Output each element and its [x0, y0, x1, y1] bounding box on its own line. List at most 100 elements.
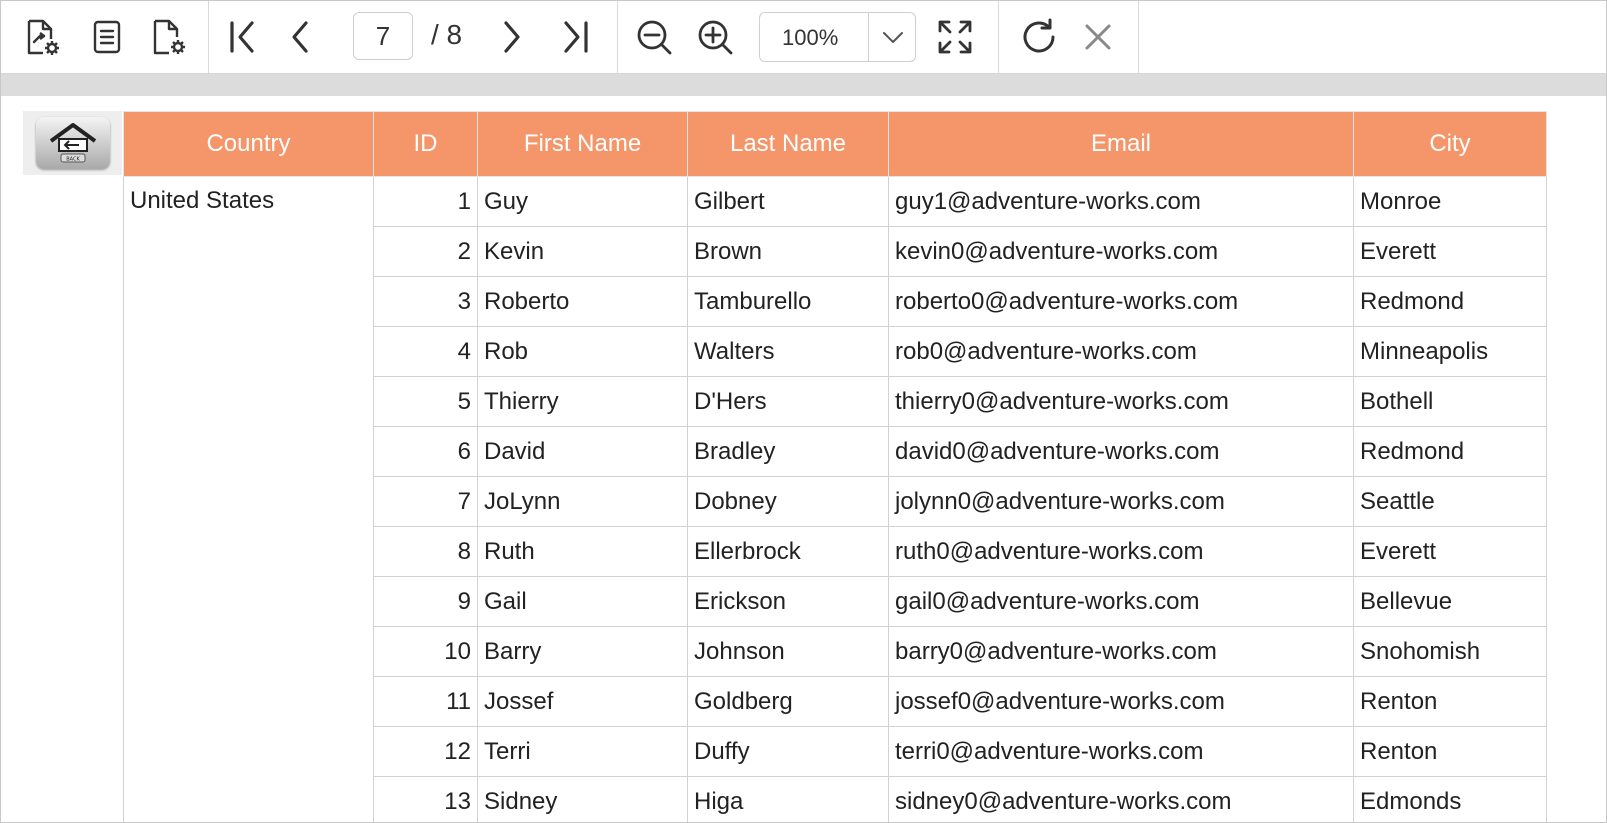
column-header-city[interactable]: City — [1353, 111, 1547, 177]
table-header-row: Country ID First Name Last Name Email Ci… — [123, 111, 1547, 177]
city-cell: Everett — [1353, 226, 1547, 277]
first-name-cell: Barry — [477, 626, 688, 677]
back-button[interactable]: BACK — [23, 111, 122, 175]
table-row: United States 1 Guy Gilbert guy1@adventure-w… — [123, 176, 1547, 822]
email-cell: barry0@adventure-works.com — [888, 626, 1354, 677]
chevron-down-icon[interactable] — [871, 13, 915, 61]
first-name-cell: Thierry — [477, 376, 688, 427]
first-name-cell: JoLynn — [477, 476, 688, 527]
current-page-input[interactable] — [353, 12, 413, 60]
last-name-cell: Goldberg — [687, 676, 889, 727]
id-cell: 11 — [373, 676, 478, 727]
first-name-cell: Gail — [477, 576, 688, 627]
id-cell: 1 — [373, 176, 478, 227]
close-icon[interactable] — [1078, 15, 1118, 59]
zoom-in-icon[interactable] — [695, 15, 735, 59]
zoom-divider — [868, 13, 869, 61]
email-cell: terri0@adventure-works.com — [888, 726, 1354, 777]
zoom-out-icon[interactable] — [634, 15, 674, 59]
last-name-cell: D'Hers — [687, 376, 889, 427]
city-cell: Everett — [1353, 526, 1547, 577]
email-cell: jolynn0@adventure-works.com — [888, 476, 1354, 527]
next-page-icon[interactable] — [492, 15, 532, 59]
city-cell: Monroe — [1353, 176, 1547, 227]
column-header-email[interactable]: Email — [888, 111, 1354, 177]
first-name-cell: Roberto — [477, 276, 688, 327]
email-cell: kevin0@adventure-works.com — [888, 226, 1354, 277]
page-setup-icon[interactable] — [149, 15, 189, 59]
email-cell: roberto0@adventure-works.com — [888, 276, 1354, 327]
svg-text:BACK: BACK — [66, 157, 80, 163]
previous-page-icon[interactable] — [280, 15, 320, 59]
column-header-last-name[interactable]: Last Name — [687, 111, 889, 177]
toolbar-group-document — [1, 1, 209, 73]
id-cell: 2 — [373, 226, 478, 277]
report-viewer: / 8 — [0, 0, 1607, 823]
id-cell: 10 — [373, 626, 478, 677]
last-name-cell: Brown — [687, 226, 889, 277]
last-page-icon[interactable] — [556, 15, 596, 59]
city-cell: Redmond — [1353, 276, 1547, 327]
report-page: BACK Country ID First Name Last Name Ema… — [1, 96, 1606, 822]
last-name-cell: Gilbert — [687, 176, 889, 227]
city-cell: Redmond — [1353, 426, 1547, 477]
toolbar-group-actions — [998, 1, 1139, 73]
id-cell: 9 — [373, 576, 478, 627]
last-name-cell: Tamburello — [687, 276, 889, 327]
first-name-cell: Terri — [477, 726, 688, 777]
email-cell: sidney0@adventure-works.com — [888, 776, 1354, 822]
id-cell: 12 — [373, 726, 478, 777]
fit-page-icon[interactable] — [935, 15, 975, 59]
last-name-cell: Bradley — [687, 426, 889, 477]
first-name-cell: Guy — [477, 176, 688, 227]
first-name-cell: Ruth — [477, 526, 688, 577]
last-name-cell: Dobney — [687, 476, 889, 527]
email-cell: thierry0@adventure-works.com — [888, 376, 1354, 427]
last-name-cell: Ellerbrock — [687, 526, 889, 577]
id-cell: 5 — [373, 376, 478, 427]
total-pages-label: / 8 — [431, 19, 463, 50]
back-home-icon: BACK — [35, 117, 110, 169]
id-cell: 13 — [373, 776, 478, 822]
id-cell: 8 — [373, 526, 478, 577]
column-header-id[interactable]: ID — [373, 111, 478, 177]
email-cell: jossef0@adventure-works.com — [888, 676, 1354, 727]
first-name-cell: Sidney — [477, 776, 688, 822]
city-cell: Renton — [1353, 676, 1547, 727]
city-cell: Bothell — [1353, 376, 1547, 427]
zoom-value: 100% — [782, 25, 839, 50]
toolbar: / 8 — [1, 1, 1606, 74]
city-cell: Snohomish — [1353, 626, 1547, 677]
first-name-cell: Rob — [477, 326, 688, 377]
last-name-cell: Erickson — [687, 576, 889, 627]
last-name-cell: Duffy — [687, 726, 889, 777]
city-cell: Renton — [1353, 726, 1547, 777]
viewer-separator — [1, 74, 1606, 96]
zoom-dropdown[interactable]: 100% — [759, 12, 916, 62]
column-header-country[interactable]: Country — [123, 111, 374, 177]
last-name-cell: Johnson — [687, 626, 889, 677]
email-cell: rob0@adventure-works.com — [888, 326, 1354, 377]
country-cell: United States — [123, 176, 374, 822]
report-table: Country ID First Name Last Name Email Ci… — [123, 111, 1547, 822]
id-cell: 4 — [373, 326, 478, 377]
first-name-cell: Kevin — [477, 226, 688, 277]
email-cell: david0@adventure-works.com — [888, 426, 1354, 477]
print-layout-icon[interactable] — [87, 15, 127, 59]
refresh-icon[interactable] — [1019, 15, 1059, 59]
email-cell: gail0@adventure-works.com — [888, 576, 1354, 627]
id-cell: 7 — [373, 476, 478, 527]
city-cell: Minneapolis — [1353, 326, 1547, 377]
city-cell: Edmonds — [1353, 776, 1547, 822]
first-page-icon[interactable] — [222, 15, 262, 59]
email-cell: ruth0@adventure-works.com — [888, 526, 1354, 577]
city-cell: Seattle — [1353, 476, 1547, 527]
export-icon[interactable] — [23, 15, 63, 59]
column-header-first-name[interactable]: First Name — [477, 111, 688, 177]
last-name-cell: Higa — [687, 776, 889, 822]
email-cell: guy1@adventure-works.com — [888, 176, 1354, 227]
first-name-cell: Jossef — [477, 676, 688, 727]
city-cell: Bellevue — [1353, 576, 1547, 627]
first-name-cell: David — [477, 426, 688, 477]
id-cell: 3 — [373, 276, 478, 327]
